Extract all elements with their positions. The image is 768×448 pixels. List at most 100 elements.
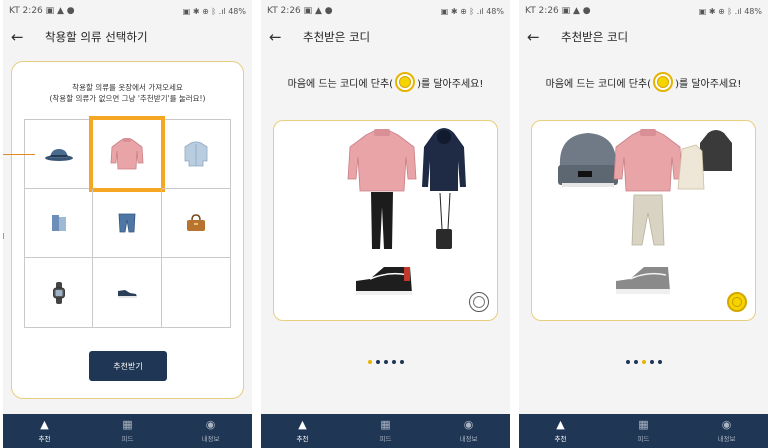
shirt-nav-icon: ▲ bbox=[40, 418, 49, 431]
like-button-icon[interactable] bbox=[469, 292, 489, 312]
grid-cell-jeans[interactable] bbox=[93, 189, 162, 258]
back-arrow-icon[interactable]: ← bbox=[527, 28, 547, 46]
like-instruction-before: 마음에 드는 코디에 단추( bbox=[545, 78, 652, 90]
hat-icon bbox=[44, 149, 73, 161]
sweater-icon bbox=[110, 138, 144, 170]
pager-dot[interactable] bbox=[367, 360, 372, 364]
clothing-grid bbox=[24, 116, 231, 328]
nav-item-profile[interactable]: ◉ 내정보 bbox=[434, 418, 504, 444]
status-bar: KT 2:26 ▣ ▲ ● ▣ ✱ ⊕ ᛒ .ıl 48% bbox=[519, 0, 768, 22]
screen-recommended-outfit-3: KT 2:26 ▣ ▲ ● ▣ ✱ ⊕ ᛒ .ıl 48% ← 추천받은 코디 … bbox=[519, 0, 768, 448]
outfit-card[interactable] bbox=[531, 120, 756, 321]
pager-dot[interactable] bbox=[383, 360, 388, 364]
profile-nav-icon: ◉ bbox=[721, 418, 732, 431]
app-bar: ← 착용할 의류 선택하기 bbox=[3, 22, 252, 52]
handbag-icon bbox=[186, 214, 205, 231]
pager-dot[interactable] bbox=[399, 360, 404, 364]
pager-dot[interactable] bbox=[625, 360, 630, 364]
jacket-item bbox=[700, 130, 732, 171]
like-instruction: 마음에 드는 코디에 단추( )를 달아주세요! bbox=[261, 72, 510, 92]
jeans-icon bbox=[118, 213, 136, 233]
app-bar: ← 추천받은 코디 bbox=[519, 22, 768, 52]
status-left: KT 2:26 ▣ ▲ ● bbox=[267, 6, 333, 16]
bottom-nav: ▲ 추천 ▦ 피드 ◉ 내정보 bbox=[261, 414, 510, 448]
nav-label: 피드 bbox=[121, 435, 134, 443]
pager-dot[interactable] bbox=[641, 360, 646, 364]
pager-dots bbox=[519, 360, 768, 364]
nav-item-feed[interactable]: ▦ 피드 bbox=[609, 418, 679, 444]
pants-item bbox=[631, 194, 665, 246]
outfit-card[interactable] bbox=[273, 120, 498, 321]
page-title: 추천받은 코디 bbox=[303, 30, 371, 44]
nav-label: 피드 bbox=[637, 435, 650, 443]
nav-label: 피드 bbox=[379, 435, 392, 443]
grid-cell-watch[interactable] bbox=[25, 258, 94, 327]
like-instruction-after: )를 달아주세요! bbox=[675, 78, 742, 90]
nav-label: 추천 bbox=[554, 435, 567, 443]
button-icon bbox=[395, 72, 416, 92]
status-right: ▣ ✱ ⊕ ᛒ .ıl 48% bbox=[698, 6, 762, 16]
like-button-icon[interactable] bbox=[727, 292, 747, 312]
bag-item bbox=[436, 192, 452, 249]
beanie-item bbox=[558, 133, 618, 187]
vest-icon bbox=[51, 215, 66, 231]
screen-select-clothes: KT 2:26 ▣ ▲ ● ▣ ✱ ⊕ ᛒ .ıl 48% ← 착용할 의류 선… bbox=[3, 0, 252, 448]
page-title: 추천받은 코디 bbox=[561, 30, 629, 44]
nav-label: 추천 bbox=[296, 435, 309, 443]
closet-card: 착용할 의류를 옷장에서 가져오세요 (착용할 의류가 없으면 그냥 '추천받기… bbox=[11, 61, 244, 399]
pager-dot[interactable] bbox=[633, 360, 638, 364]
pager-dot[interactable] bbox=[649, 360, 654, 364]
grid-cell-sweater[interactable] bbox=[89, 116, 166, 192]
jacket-item bbox=[422, 128, 466, 191]
annotation-pointer-mark bbox=[3, 233, 4, 239]
outfit-illustration bbox=[347, 128, 466, 295]
like-instruction-before: 마음에 드는 코디에 단추( bbox=[287, 78, 394, 90]
instruction-line-1: 착용할 의류를 옷장에서 가져오세요 bbox=[72, 83, 183, 92]
button-icon bbox=[653, 72, 674, 92]
instruction-text: 착용할 의류를 옷장에서 가져오세요 (착용할 의류가 없으면 그냥 '추천받기… bbox=[12, 82, 243, 104]
grid-cell-sneaker[interactable] bbox=[93, 258, 162, 327]
like-instruction: 마음에 드는 코디에 단추( )를 달아주세요! bbox=[519, 72, 768, 92]
grid-cell-hat[interactable] bbox=[25, 120, 94, 189]
nav-item-feed[interactable]: ▦ 피드 bbox=[351, 419, 421, 444]
sneaker-icon bbox=[117, 289, 137, 298]
status-right: ▣ ✱ ⊕ ᛒ .ıl 48% bbox=[440, 6, 504, 16]
grid-cell-vest[interactable] bbox=[25, 189, 94, 258]
instruction-line-2: (착용할 의류가 없으면 그냥 '추천받기'를 눌러요!) bbox=[49, 94, 206, 103]
bottom-nav: ▲ 추천 ▦ 피드 ◉ 내정보 bbox=[3, 414, 252, 448]
back-arrow-icon[interactable]: ← bbox=[11, 28, 31, 46]
nav-item-profile[interactable]: ◉ 내정보 bbox=[176, 419, 246, 444]
screen-recommended-outfit-1: KT 2:26 ▣ ▲ ● ▣ ✱ ⊕ ᛒ .ıl 48% ← 추천받은 코디 … bbox=[261, 0, 510, 448]
page-title: 착용할 의류 선택하기 bbox=[45, 30, 148, 44]
fleece-item bbox=[677, 144, 705, 190]
nav-label: 내정보 bbox=[717, 435, 736, 443]
watch-icon bbox=[52, 281, 65, 304]
pager-dot[interactable] bbox=[391, 360, 396, 364]
status-left: KT 2:26 ▣ ▲ ● bbox=[9, 6, 75, 16]
back-arrow-icon[interactable]: ← bbox=[269, 28, 289, 46]
shirt-icon bbox=[184, 141, 208, 167]
status-right: ▣ ✱ ⊕ ᛒ .ıl 48% bbox=[182, 6, 246, 16]
nav-item-recommend[interactable]: ▲ 추천 bbox=[526, 419, 596, 444]
sweater-item bbox=[347, 129, 417, 192]
nav-label: 내정보 bbox=[201, 435, 220, 443]
status-bar: KT 2:26 ▣ ▲ ● ▣ ✱ ⊕ ᛒ .ıl 48% bbox=[3, 0, 252, 22]
pager-dot[interactable] bbox=[375, 360, 380, 364]
grid-cell-handbag[interactable] bbox=[161, 189, 230, 258]
app-bar: ← 추천받은 코디 bbox=[261, 22, 510, 52]
grid-cell-shirt[interactable] bbox=[161, 120, 230, 189]
nav-item-feed[interactable]: ▦ 피드 bbox=[93, 419, 163, 444]
bottom-nav: ▲ 추천 ▦ 피드 ◉ 내정보 bbox=[519, 414, 768, 448]
recommend-button[interactable]: 추천받기 bbox=[89, 351, 167, 381]
grid-cell-empty[interactable] bbox=[162, 258, 230, 327]
nav-item-profile[interactable]: ◉ 내정보 bbox=[692, 418, 762, 444]
nav-item-recommend[interactable]: ▲ 추천 bbox=[268, 418, 338, 444]
profile-nav-icon: ◉ bbox=[463, 418, 474, 431]
outfit-illustration bbox=[558, 129, 732, 294]
shirt-nav-icon: ▲ bbox=[298, 418, 307, 431]
nav-item-recommend[interactable]: ▲ 추천 bbox=[10, 418, 80, 444]
book-nav-icon: ▦ bbox=[638, 418, 649, 431]
sweater-item bbox=[613, 129, 683, 192]
pager-dot[interactable] bbox=[657, 360, 662, 364]
nav-label: 추천 bbox=[38, 435, 51, 443]
